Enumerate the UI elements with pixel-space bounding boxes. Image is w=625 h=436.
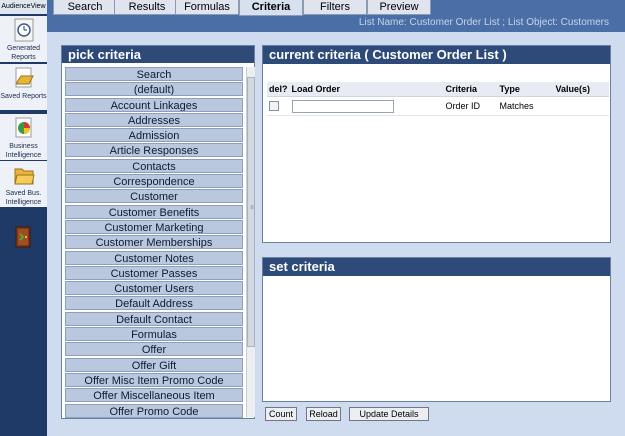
criteria-item[interactable]: Default Contact bbox=[65, 311, 243, 326]
criteria-item[interactable]: Offer bbox=[65, 342, 243, 357]
scrollbar-thumb[interactable]: ≡ bbox=[247, 77, 255, 347]
current-criteria-table: del? Load Order Criteria Type Value(s) O… bbox=[267, 82, 609, 116]
criteria-item[interactable]: Addresses bbox=[65, 112, 243, 127]
criteria-item[interactable]: Customer bbox=[65, 189, 243, 204]
pie-chart-icon bbox=[15, 117, 31, 138]
column-header-values: Value(s) bbox=[553, 82, 609, 97]
criteria-item[interactable]: (default) bbox=[65, 82, 243, 97]
sidebar-item-label: Business Intelligence bbox=[5, 143, 42, 159]
criteria-item[interactable]: Offer Misc Item Promo Code bbox=[65, 372, 243, 387]
clock-icon bbox=[14, 18, 33, 42]
tab-filters[interactable]: Filters bbox=[303, 0, 367, 15]
sidebar-item-saved-bus-intelligence[interactable]: Saved Bus. Intelligence bbox=[0, 161, 47, 207]
load-order-input[interactable] bbox=[291, 99, 394, 113]
sidebar-item-label: Saved Bus. Intelligence bbox=[5, 190, 42, 206]
criteria-scrollbar[interactable]: ≡ bbox=[246, 67, 255, 417]
column-header-type: Type bbox=[497, 82, 554, 97]
tab-criteria[interactable]: Criteria bbox=[239, 0, 303, 16]
column-header-del: del? bbox=[267, 82, 290, 97]
top-tab-bar: Search Results Formulas Criteria Filters… bbox=[47, 0, 625, 32]
grip-icon: ≡ bbox=[250, 205, 254, 211]
app-name: AudienceView bbox=[0, 0, 47, 14]
sidebar-item-saved-reports[interactable]: Saved Reports bbox=[0, 64, 47, 110]
list-info: List Name: Customer Order List ; List Ob… bbox=[358, 17, 609, 28]
criteria-cell: Order ID bbox=[443, 96, 498, 116]
left-nav-bar: AudienceView Generated Reports Saved Rep… bbox=[0, 0, 47, 436]
folder-icon bbox=[13, 168, 35, 185]
current-criteria-panel: current criteria ( Customer Order List )… bbox=[262, 45, 611, 243]
criteria-item[interactable]: Offer Promo Code bbox=[65, 403, 243, 418]
criteria-item[interactable]: Admission bbox=[65, 128, 243, 143]
set-criteria-title: set criteria bbox=[263, 258, 610, 276]
column-header-load-order: Load Order bbox=[289, 82, 444, 97]
tab-preview[interactable]: Preview bbox=[367, 0, 431, 15]
criteria-item[interactable]: Formulas bbox=[65, 327, 243, 342]
exit-door-icon bbox=[15, 226, 31, 248]
sidebar-item-generated-reports[interactable]: Generated Reports bbox=[0, 16, 47, 62]
count-button[interactable]: Count bbox=[265, 407, 297, 421]
criteria-item[interactable]: Offer Gift bbox=[65, 357, 243, 372]
criteria-item[interactable]: Offer Miscellaneous Item bbox=[65, 388, 243, 403]
delete-checkbox[interactable] bbox=[269, 101, 279, 112]
sidebar-item-label: Saved Reports bbox=[0, 93, 47, 100]
criteria-item[interactable]: Customer Users bbox=[65, 281, 243, 296]
sidebar-item-business-intelligence[interactable]: Business Intelligence bbox=[0, 114, 47, 160]
criteria-item[interactable]: Customer Passes bbox=[65, 265, 243, 280]
table-row: Order ID Matches bbox=[267, 96, 609, 116]
tab-search[interactable]: Search bbox=[53, 0, 117, 15]
criteria-item[interactable]: Customer Notes bbox=[65, 250, 243, 265]
values-cell bbox=[553, 96, 609, 116]
type-cell: Matches bbox=[497, 96, 554, 116]
criteria-item[interactable]: Customer Memberships bbox=[65, 235, 243, 250]
table-header-row: del? Load Order Criteria Type Value(s) bbox=[267, 82, 609, 97]
update-details-button[interactable]: Update Details bbox=[349, 407, 429, 421]
criteria-item[interactable]: Contacts bbox=[65, 158, 243, 173]
set-criteria-panel: set criteria bbox=[262, 257, 611, 402]
sidebar-item-label: Generated Reports bbox=[6, 45, 41, 61]
reload-button[interactable]: Reload bbox=[306, 407, 341, 421]
criteria-item[interactable]: Article Responses bbox=[65, 143, 243, 158]
tab-formulas[interactable]: Formulas bbox=[175, 0, 239, 15]
tab-results[interactable]: Results bbox=[114, 0, 180, 15]
pick-criteria-panel: pick criteria Search (default) Account Lin… bbox=[61, 45, 255, 419]
criteria-list: Search (default) Account Linkages Addresses… bbox=[65, 67, 243, 419]
criteria-item[interactable]: Customer Benefits bbox=[65, 204, 243, 219]
criteria-item[interactable]: Correspondence bbox=[65, 174, 243, 189]
criteria-item[interactable]: Search bbox=[65, 67, 243, 81]
current-criteria-title: current criteria ( Customer Order List ) bbox=[263, 46, 610, 64]
criteria-item[interactable]: Customer Marketing bbox=[65, 219, 243, 234]
criteria-item[interactable]: Account Linkages bbox=[65, 97, 243, 112]
sidebar-item-exit[interactable] bbox=[14, 226, 32, 248]
criteria-item[interactable]: Default Address bbox=[65, 296, 243, 311]
pick-criteria-title: pick criteria bbox=[62, 46, 254, 63]
folder-icon bbox=[15, 67, 34, 88]
column-header-criteria: Criteria bbox=[443, 82, 498, 97]
